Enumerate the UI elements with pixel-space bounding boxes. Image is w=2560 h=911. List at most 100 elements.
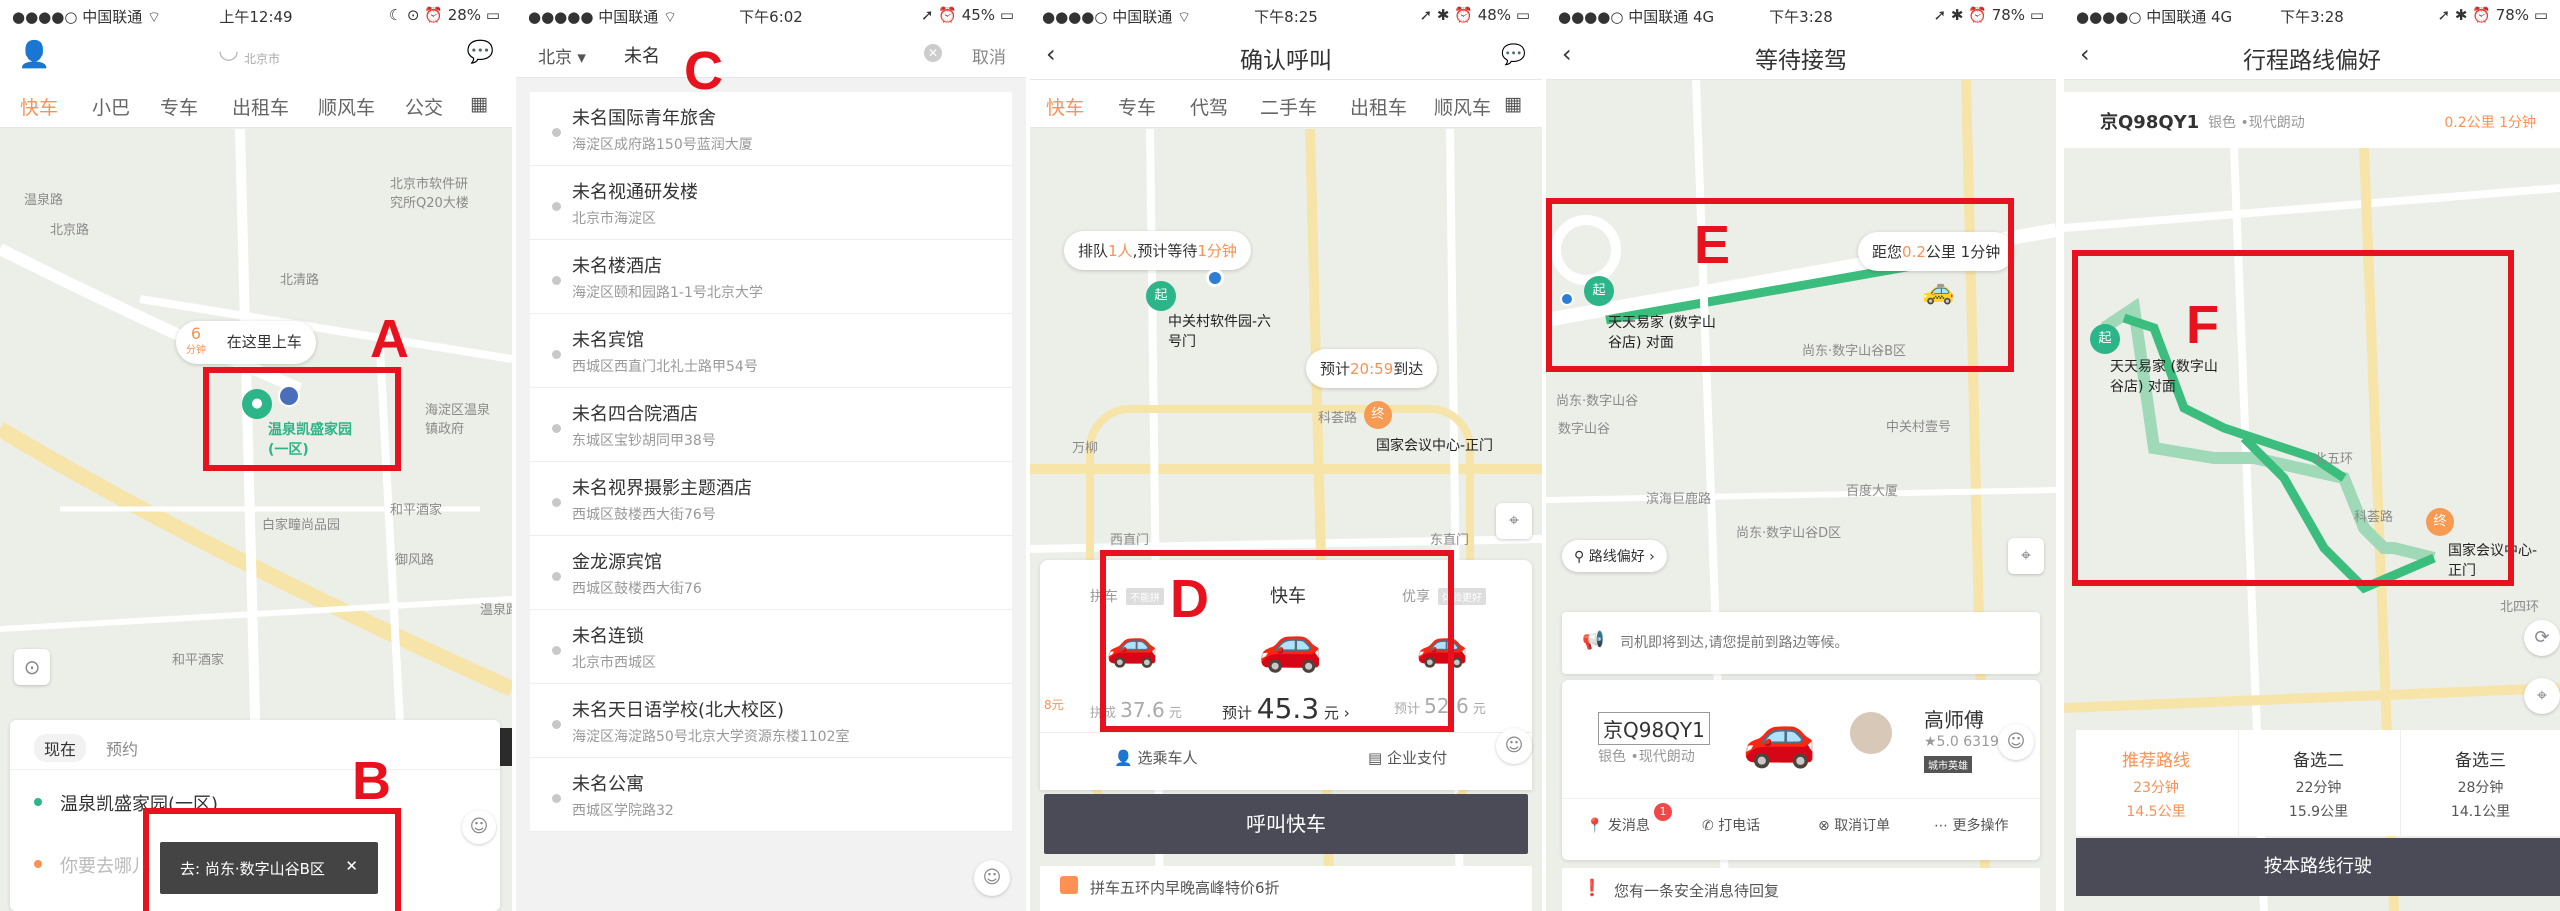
tab-express[interactable]: 快车	[20, 93, 58, 120]
search-results: 未名国际青年旅舍 海淀区成府路150号蓝润大厦 未名视通研发楼 北京市海淀区 未名楼…	[530, 92, 1012, 832]
list-item[interactable]: 未名楼酒店 海淀区颐和园路1-1号北京大学	[530, 240, 1012, 314]
car-description: 银色 •现代朗动	[1598, 749, 1695, 765]
cancel-button[interactable]: 取消	[972, 43, 1006, 68]
notice-bar: 📢 司机即将到达,请您提前到路边等候。	[1562, 612, 2040, 674]
mode-reserve[interactable]: 预约	[106, 736, 138, 760]
smile-icon[interactable]: ☺	[1496, 728, 1532, 764]
start-pin-icon: 起	[1146, 281, 1176, 311]
result-address: 西城区学院路32	[572, 803, 674, 819]
tab-hitch[interactable]: 顺风车	[1434, 93, 1491, 120]
pickup-bubble[interactable]: 6 分钟 在这里上车	[176, 321, 316, 364]
route-time: 22分钟	[2295, 780, 2342, 796]
pickup-text: 在这里上车	[226, 333, 302, 351]
plate-number: 京Q98QY1	[2100, 112, 2200, 133]
annotation-box-a	[203, 367, 401, 471]
pin-icon	[552, 720, 561, 729]
speaker-icon: 📢	[1582, 630, 1605, 651]
action-label: 打电话	[1718, 818, 1761, 834]
tab-used-car[interactable]: 二手车	[1260, 93, 1317, 120]
annotation-box-e	[1546, 198, 2014, 372]
grid-icon[interactable]: ▦	[470, 93, 488, 115]
refresh-icon[interactable]: ⟳	[2524, 620, 2560, 656]
city-label[interactable]: 北京市	[244, 50, 280, 67]
tab-premier[interactable]: 专车	[1118, 93, 1156, 120]
tab-premier[interactable]: 专车	[160, 93, 198, 120]
side-price: 8元	[1044, 698, 1064, 712]
locate-icon[interactable]: ⌖	[2008, 538, 2044, 574]
route-option-alt3[interactable]: 备选三 28分钟 14.1公里	[2400, 730, 2560, 836]
tab-express[interactable]: 快车	[1046, 93, 1084, 120]
tab-hitch[interactable]: 顺风车	[318, 93, 375, 120]
status-icons: ➚ ✱ ⏰ 78% ▭	[1933, 6, 2044, 24]
tab-driver[interactable]: 代驾	[1190, 93, 1228, 120]
list-item[interactable]: 未名四合院酒店 东城区宝钞胡同甲38号	[530, 388, 1012, 462]
notice-text: 司机即将到达,请您提前到路边等候。	[1620, 635, 1849, 651]
tab-taxi[interactable]: 出租车	[1350, 93, 1407, 120]
enterprise-pay[interactable]: ▤ 企业支付	[1368, 747, 1447, 768]
smile-icon[interactable]: ☺	[462, 810, 496, 844]
driver-name: 高师傅	[1924, 708, 1984, 732]
promo-bar[interactable]: 拼车五环内早晚高峰特价6折	[1040, 866, 1532, 911]
queue-wait: 1分钟	[1197, 242, 1237, 260]
list-item[interactable]: 未名视通研发楼 北京市海淀区	[530, 166, 1012, 240]
price-unit: 元	[1472, 702, 1486, 717]
list-item[interactable]: 未名公寓 西城区学院路32	[530, 758, 1012, 832]
smile-icon[interactable]: ☺	[974, 860, 1010, 896]
pickup-minutes: 6	[190, 324, 202, 343]
list-item[interactable]: 未名国际青年旅舍 海淀区成府路150号蓝润大厦	[530, 92, 1012, 166]
call-driver-button[interactable]: ✆ 打电话	[1702, 815, 1760, 835]
map-label: 海淀区温泉镇政府	[425, 403, 491, 437]
route-preference-button[interactable]: ⚲ 路线偏好 ›	[1562, 540, 1667, 572]
map-label: 东直门	[1430, 533, 1470, 548]
clear-icon[interactable]: ✕	[924, 44, 942, 62]
list-item[interactable]: 未名连锁 北京市西城区	[530, 610, 1012, 684]
list-item[interactable]: 未名天日语学校(北大校区) 海淀区海淀路50号北京大学资源东楼1102室	[530, 684, 1012, 758]
nav-bar: ‹ 等待接驾	[1546, 30, 2056, 80]
message-icon[interactable]: 💬	[1501, 42, 1526, 66]
select-passenger[interactable]: 👤 选乘车人	[1114, 747, 1197, 768]
message-driver-button[interactable]: 📍 发消息	[1586, 815, 1650, 835]
result-address: 西城区鼓楼西大街76号	[572, 507, 716, 523]
pin-icon	[552, 572, 561, 581]
list-item[interactable]: 未名宾馆 西城区西直门北礼士路甲54号	[530, 314, 1012, 388]
cancel-order-button[interactable]: ⊗ 取消订单	[1818, 815, 1890, 835]
eta-time: 20:59	[1350, 360, 1394, 378]
route-option-recommended[interactable]: 推荐路线 23分钟 14.5公里	[2076, 730, 2236, 836]
locate-icon[interactable]: ⊙	[14, 649, 50, 685]
tab-minibus[interactable]: 小巴	[92, 93, 130, 120]
user-icon[interactable]: 👤	[18, 40, 50, 70]
more-actions-button[interactable]: ⋯ 更多操作	[1934, 815, 2008, 835]
action-label: 更多操作	[1952, 818, 2009, 834]
route-option-alt2[interactable]: 备选二 22分钟 15.9公里	[2238, 730, 2398, 836]
search-input[interactable]: 未名	[624, 42, 660, 68]
result-address: 东城区宝钞胡同甲38号	[572, 433, 716, 449]
locate-icon[interactable]: ⌖	[1496, 503, 1532, 539]
mode-now[interactable]: 现在	[34, 734, 87, 762]
grid-icon[interactable]: ▦	[1504, 93, 1522, 115]
smile-icon[interactable]: ☺	[1998, 724, 2034, 760]
use-route-button[interactable]: 按本路线行驶	[2076, 838, 2560, 896]
tab-bus[interactable]: 公交	[405, 93, 443, 120]
map-label: 和平酒家	[390, 503, 443, 518]
route-options: 推荐路线 23分钟 14.5公里 备选二 22分钟 15.9公里 备选三 28分…	[2076, 730, 2560, 836]
map-label: 滨海巨鹿路	[1646, 492, 1712, 507]
to-field[interactable]: 你要去哪儿	[60, 852, 150, 878]
status-bar: ●●●●○ 中国联通 ⌔ 下午8:25 ➚ ✱ ⏰ 48% ▭	[1030, 0, 1542, 30]
list-item[interactable]: 金龙源宾馆 西城区鼓楼西大街76	[530, 536, 1012, 610]
result-name: 未名天日语学校(北大校区)	[572, 700, 785, 721]
list-item[interactable]: 未名视界摄影主题酒店 西城区鼓楼西大街76号	[530, 462, 1012, 536]
result-address: 海淀区颐和园路1-1号北京大学	[572, 285, 763, 301]
locate-icon[interactable]: ⌖	[2524, 678, 2560, 714]
tab-taxi[interactable]: 出租车	[232, 93, 289, 120]
screenshot-strip: ●●●●○ 中国联通 ⌔ 上午12:49 ☾ ⊙ ⏰ 28% ▭ 👤 ◡ 北京市…	[0, 0, 2560, 911]
top-bar: 👤 ◡ 北京市 💬	[0, 30, 512, 80]
city-selector[interactable]: 北京 ▾	[538, 43, 586, 68]
car-icon: 🚗	[1742, 701, 1817, 771]
eta-post: 到达	[1393, 360, 1424, 378]
result-name: 金龙源宾馆	[572, 552, 662, 573]
annotation-label-b: B	[352, 751, 391, 811]
safety-bar[interactable]: ❗ 您有一条安全消息待回复	[1562, 868, 2040, 911]
call-express-button[interactable]: 呼叫快车	[1044, 794, 1528, 854]
map-label: 尚东·数字山谷D区	[1736, 526, 1842, 541]
message-icon[interactable]: 💬	[467, 40, 494, 65]
